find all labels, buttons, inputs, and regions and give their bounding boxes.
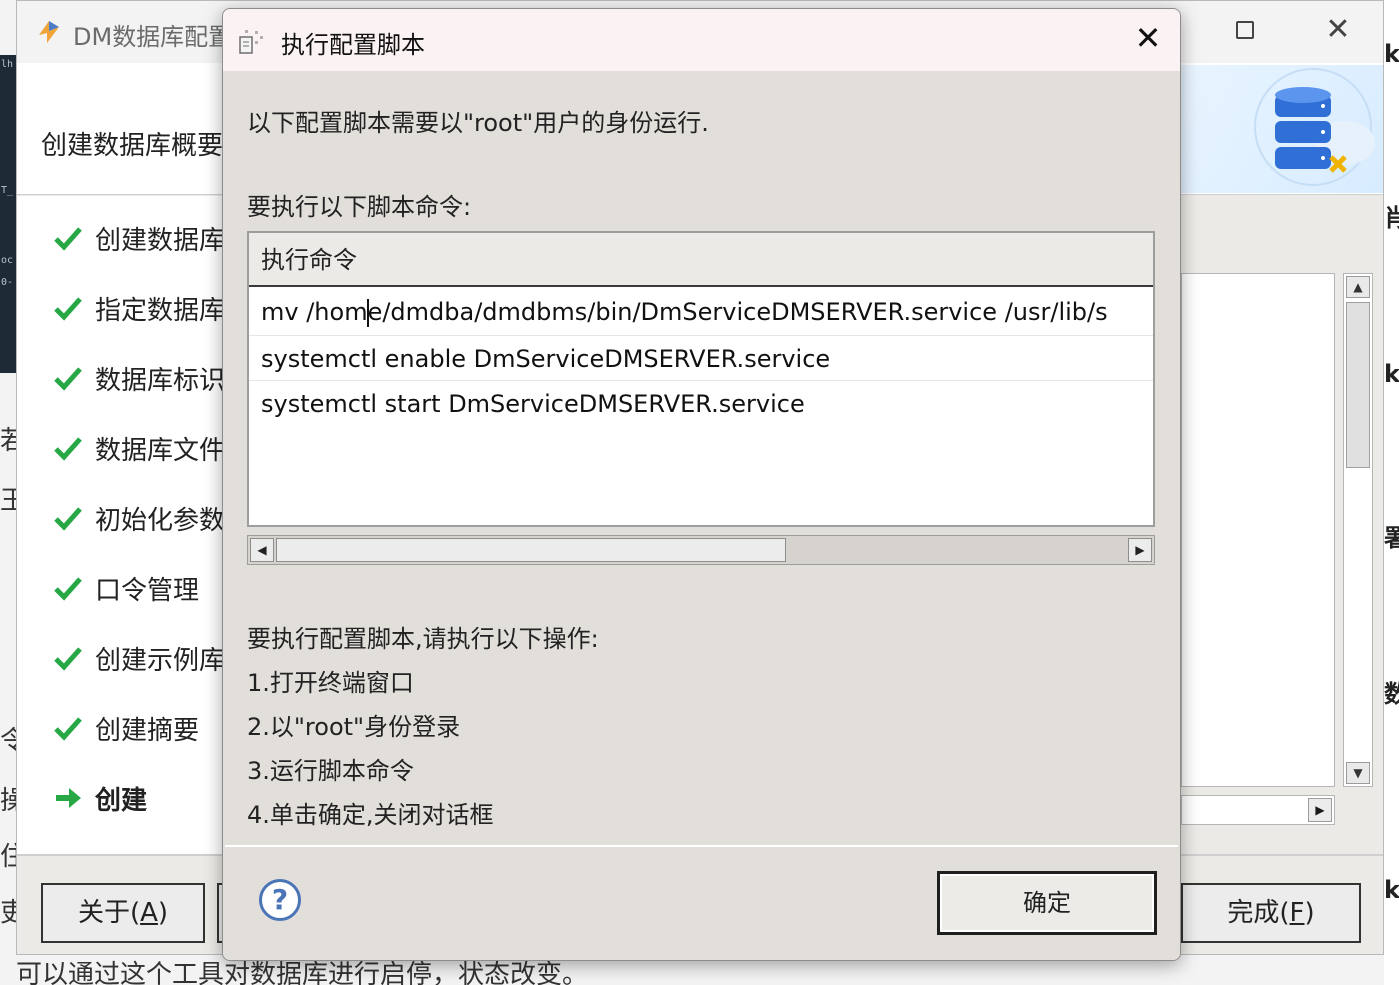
check-icon (54, 367, 82, 391)
table-row[interactable]: systemctl enable DmServiceDMSERVER.servi… (249, 335, 1153, 381)
instructions: 要执行配置脚本,请执行以下操作: 1.打开终端窗口 2.以"root"身份登录 … (247, 617, 599, 837)
command-text-part: e/dmdba/dmdbms/bin/DmServiceDMSERVER.ser… (367, 298, 1108, 326)
finish-mnemonic: F (1289, 898, 1305, 928)
main-window-title: DM数据库配置 (73, 23, 233, 51)
maximize-button[interactable] (1231, 15, 1261, 45)
step-item: 初始化参数 (53, 498, 225, 538)
dialog-body: 以下配置脚本需要以"root"用户的身份运行. 要执行以下脚本命令: 执行命令 … (225, 71, 1178, 847)
step-label: 创建数据库 (95, 225, 226, 256)
scroll-right-icon[interactable]: ▶ (1308, 798, 1332, 822)
close-main-window-button[interactable]: ✕ (1323, 15, 1353, 45)
scroll-thumb[interactable] (1346, 302, 1370, 468)
background-terminal: lh T_ oc 0- (0, 55, 16, 373)
step-label: 口令管理 (95, 575, 200, 606)
step-label: 指定数据库 (95, 295, 226, 326)
scroll-right-icon[interactable]: ▶ (1128, 538, 1152, 562)
finish-tail: ) (1304, 898, 1315, 928)
progress-log-panel[interactable] (1181, 273, 1335, 787)
instructions-title: 要执行配置脚本,请执行以下操作: (247, 625, 599, 653)
intro-text: 以下配置脚本需要以"root"用户的身份运行. (247, 109, 709, 137)
dialog-close-button[interactable]: ✕ (1131, 21, 1165, 55)
page-title: 创建数据库概要 (41, 131, 224, 161)
arrow-right-icon (56, 788, 81, 808)
about-label: 关于( (77, 898, 141, 928)
about-tail: ) (157, 898, 169, 928)
finish-button[interactable]: 完成(F) (1181, 883, 1361, 943)
scroll-down-icon[interactable]: ▼ (1346, 762, 1370, 784)
step-item: 指定数据库 (53, 288, 225, 328)
horizontal-scrollbar[interactable]: ▶ (1181, 795, 1335, 825)
banner-image (1163, 65, 1383, 193)
finish-label: 完成( (1227, 898, 1290, 928)
execute-script-dialog: 执行配置脚本 ✕ 以下配置脚本需要以"root"用户的身份运行. 要执行以下脚本… (222, 8, 1181, 961)
dialog-titlebar: 执行配置脚本 ✕ (223, 9, 1180, 71)
dialog-title: 执行配置脚本 (281, 31, 425, 59)
step-item: 创建摘要 (53, 708, 199, 748)
background-text-fragment: 令 (0, 726, 16, 756)
step-label: 数据库文件 (95, 435, 226, 466)
table-header: 执行命令 (249, 233, 1153, 287)
scroll-up-icon[interactable]: ▲ (1346, 276, 1370, 298)
scroll-thumb[interactable] (276, 538, 786, 562)
command-text-part: mv /hom (261, 298, 368, 326)
check-icon (54, 717, 82, 741)
step-item: 创建示例库 (53, 638, 225, 678)
background-text-fragment: 吏 (0, 898, 16, 928)
check-icon (54, 297, 82, 321)
commands-table[interactable]: 执行命令 mv /home/dmdba/dmdbms/bin/DmService… (247, 231, 1155, 527)
step-label: 初始化参数 (95, 505, 226, 536)
vertical-scrollbar[interactable]: ▲ ▼ (1343, 273, 1373, 787)
about-button[interactable]: 关于(A) (41, 883, 205, 943)
background-text-fragment: 王 (0, 486, 16, 516)
help-icon[interactable]: ? (259, 879, 301, 921)
scroll-left-icon[interactable]: ◀ (250, 538, 274, 562)
table-row[interactable]: systemctl start DmServiceDMSERVER.servic… (249, 381, 1153, 427)
step-label: 创建摘要 (95, 715, 200, 746)
step-label: 创建示例库 (95, 645, 226, 676)
step-item: 数据库文件 (53, 428, 225, 468)
check-icon (54, 577, 82, 601)
wizard-steps: 创建数据库 指定数据库 数据库标识 数据库文件 初始化参数 口令管理 创建示例库 (17, 196, 227, 854)
step-label: 创建 (95, 785, 148, 816)
step-item-current: 创建 (53, 778, 147, 818)
commands-caption: 要执行以下脚本命令: (247, 193, 472, 221)
close-icon: ✕ (1134, 19, 1162, 57)
step-label: 数据库标识 (95, 365, 226, 396)
script-icon (239, 30, 263, 54)
step-item: 口令管理 (53, 568, 199, 608)
check-icon (54, 437, 82, 461)
check-icon (54, 647, 82, 671)
table-row[interactable]: mv /home/dmdba/dmdbms/bin/DmServiceDMSER… (249, 289, 1153, 335)
ok-button[interactable]: 确定 (937, 871, 1157, 935)
dialog-footer: ? 确定 (223, 849, 1180, 960)
close-icon: ✕ (1325, 12, 1351, 47)
background-text-fragment: 住 (0, 842, 16, 872)
step-item: 创建数据库 (53, 218, 225, 258)
check-icon (54, 227, 82, 251)
background-text-fragment: 操 (0, 786, 16, 816)
instruction-step: 2.以"root"身份登录 (247, 713, 461, 741)
instruction-step: 4.单击确定,关闭对话框 (247, 801, 494, 829)
maximize-icon (1236, 21, 1254, 39)
instruction-step: 1.打开终端窗口 (247, 669, 414, 697)
instruction-step: 3.运行脚本命令 (247, 757, 414, 785)
database-illustration-icon (1254, 68, 1375, 186)
background-right-strip: k 肖 k 署 数 k (1384, 0, 1399, 985)
background-text-fragment: 若 (0, 426, 16, 456)
check-icon (54, 507, 82, 531)
about-mnemonic: A (140, 898, 158, 928)
table-horizontal-scrollbar[interactable]: ◀ ▶ (247, 535, 1155, 565)
step-item: 数据库标识 (53, 358, 225, 398)
app-icon (39, 21, 59, 43)
background-bottom-text: 可以通过这个工具对数据库进行启停，状态改变。 (16, 960, 589, 985)
